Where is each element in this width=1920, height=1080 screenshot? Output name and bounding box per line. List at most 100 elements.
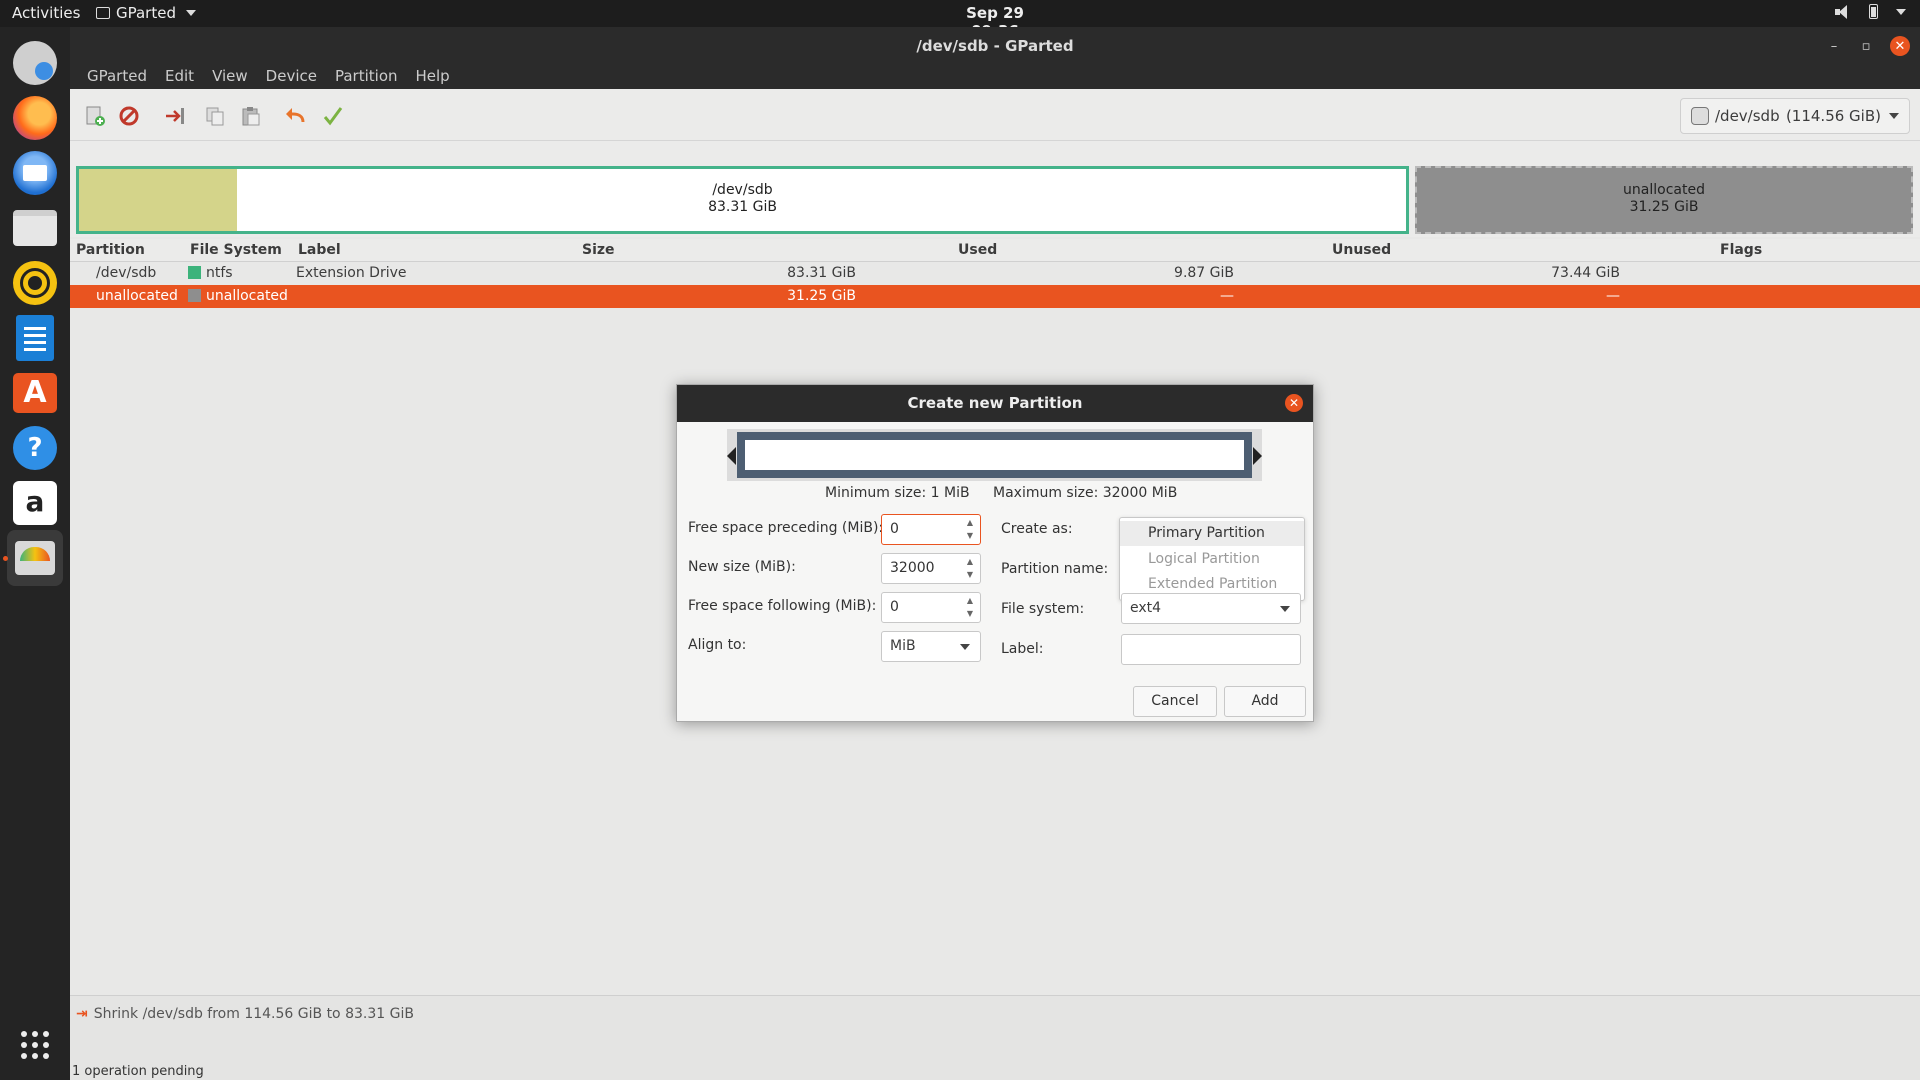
col-flags[interactable]: Flags [1720,242,1762,258]
show-apps-button[interactable] [7,1017,63,1073]
spin-down-icon[interactable]: ▼ [964,530,976,542]
paste-button[interactable] [238,103,264,129]
menu-device[interactable]: Device [257,64,326,89]
spin-down-icon[interactable]: ▼ [964,569,976,581]
partition-resizer[interactable] [727,429,1262,481]
cell-filesystem: ntfs [188,265,233,281]
col-label[interactable]: Label [298,242,341,258]
filesystem-color-swatch [188,266,201,279]
close-button[interactable]: ✕ [1890,36,1910,56]
app-menu[interactable]: GParted [96,4,196,22]
amazon-icon: a [13,481,57,525]
col-partition[interactable]: Partition [76,242,145,258]
col-used[interactable]: Used [958,242,997,258]
thunderbird-icon [13,151,57,195]
filesystem-name: ntfs [206,265,233,281]
dock-help[interactable]: ? [7,420,63,476]
create-partition-dialog: Create new Partition ✕ Minimum size: 1 M… [676,384,1314,722]
menu-partition[interactable]: Partition [326,64,407,89]
col-size[interactable]: Size [582,242,615,258]
spin-up-icon[interactable]: ▲ [964,556,976,568]
copy-button[interactable] [202,103,228,129]
cell-used: 9.87 GiB [1174,265,1234,281]
disk-icon [1691,107,1709,125]
resize-right-handle-icon[interactable] [1253,447,1262,465]
delete-partition-button[interactable] [116,103,142,129]
spin-up-icon[interactable]: ▲ [964,595,976,607]
battery-icon[interactable] [1869,4,1878,19]
table-row-selected[interactable]: unallocated unallocated 31.25 GiB — — [70,285,1920,308]
undo-button[interactable] [282,103,308,129]
firefox-icon [13,96,57,140]
menu-bar: GParted Edit View Device Partition Help [70,64,1920,89]
free-preceding-input[interactable]: ▲ ▼ [881,514,981,545]
minimize-button[interactable]: – [1824,36,1844,56]
filesystem-select[interactable]: ext4 [1121,593,1301,624]
align-to-select[interactable]: MiB [881,631,981,662]
table-row[interactable]: /dev/sdb ntfs Extension Drive 83.31 GiB … [70,262,1920,285]
chevron-down-icon[interactable] [1896,8,1906,15]
disk-map-unallocated[interactable]: unallocated 31.25 GiB [1415,166,1913,234]
menu-view[interactable]: View [203,64,257,89]
software-center-icon: A [13,373,57,413]
menu-gparted[interactable]: GParted [78,64,156,89]
dock-rhythmbox[interactable] [7,255,63,311]
add-button[interactable]: Add [1224,686,1306,717]
dock-thunderbird[interactable] [7,145,63,201]
free-following-field[interactable] [890,599,952,615]
toolbar: /dev/sdb (114.56 GiB) [70,89,1920,141]
disk-map-partition-sdb[interactable]: /dev/sdb 83.31 GiB [76,166,1409,234]
menu-edit[interactable]: Edit [156,64,203,89]
col-unused[interactable]: Unused [1332,242,1391,258]
free-preceding-label: Free space preceding (MiB): [688,520,884,536]
cancel-button[interactable]: Cancel [1133,686,1217,717]
app-grid-icon [21,1031,49,1059]
free-preceding-field[interactable] [890,521,952,537]
dialog-title[interactable]: Create new Partition [677,385,1313,422]
apply-button[interactable] [320,103,346,129]
dock-writer[interactable] [7,310,63,366]
new-partition-icon [86,106,105,126]
new-partition-button[interactable] [82,103,108,129]
filesystem-label: File system: [1001,601,1085,617]
cell-filesystem: unallocated [188,288,288,304]
status-bar: 1 operation pending [72,1064,204,1079]
device-selector[interactable]: /dev/sdb (114.56 GiB) [1680,98,1910,134]
dock-amazon[interactable]: a [7,475,63,531]
help-icon: ? [13,426,57,470]
speaker-icon[interactable] [1835,4,1851,19]
resize-move-button[interactable] [162,103,188,129]
resize-left-handle-icon[interactable] [727,447,736,465]
partition-size-bar[interactable] [737,432,1252,478]
gparted-app-icon [96,7,110,19]
dock-software[interactable]: A [7,365,63,421]
activities-button[interactable]: Activities [12,4,80,22]
dock-gparted[interactable] [3,530,63,586]
new-size-label: New size (MiB): [688,559,796,575]
label-input[interactable] [1121,634,1301,665]
cell-partition: unallocated [96,288,178,304]
libreoffice-writer-icon [16,315,54,361]
new-size-field[interactable] [890,560,952,576]
maximize-button[interactable]: ▫ [1856,36,1876,56]
spin-down-icon[interactable]: ▼ [964,608,976,620]
option-logical-partition[interactable]: Logical Partition [1120,547,1304,572]
menu-help[interactable]: Help [407,64,459,89]
free-following-input[interactable]: ▲ ▼ [881,592,981,623]
new-size-input[interactable]: ▲ ▼ [881,553,981,584]
option-primary-partition[interactable]: Primary Partition [1120,521,1304,546]
system-tray[interactable] [1835,4,1906,19]
title-bar[interactable]: /dev/sdb - GParted – ▫ ✕ [70,27,1920,64]
table-header: Partition File System Label Size Used Un… [70,239,1920,262]
dock-firefox[interactable] [7,90,63,146]
col-filesystem[interactable]: File System [190,242,282,258]
dock-installer[interactable] [7,35,63,91]
pending-operation[interactable]: ⇥ Shrink /dev/sdb from 114.56 GiB to 83.… [76,1006,414,1022]
align-to-label: Align to: [688,637,747,653]
dialog-close-button[interactable]: ✕ [1285,394,1303,412]
create-as-dropdown[interactable]: Primary Partition Logical Partition Exte… [1119,517,1305,601]
app-menu-label: GParted [116,4,176,22]
unallocated-map-size: 31.25 GiB [1629,199,1699,215]
spin-up-icon[interactable]: ▲ [964,517,976,529]
dock-files[interactable] [7,200,63,256]
